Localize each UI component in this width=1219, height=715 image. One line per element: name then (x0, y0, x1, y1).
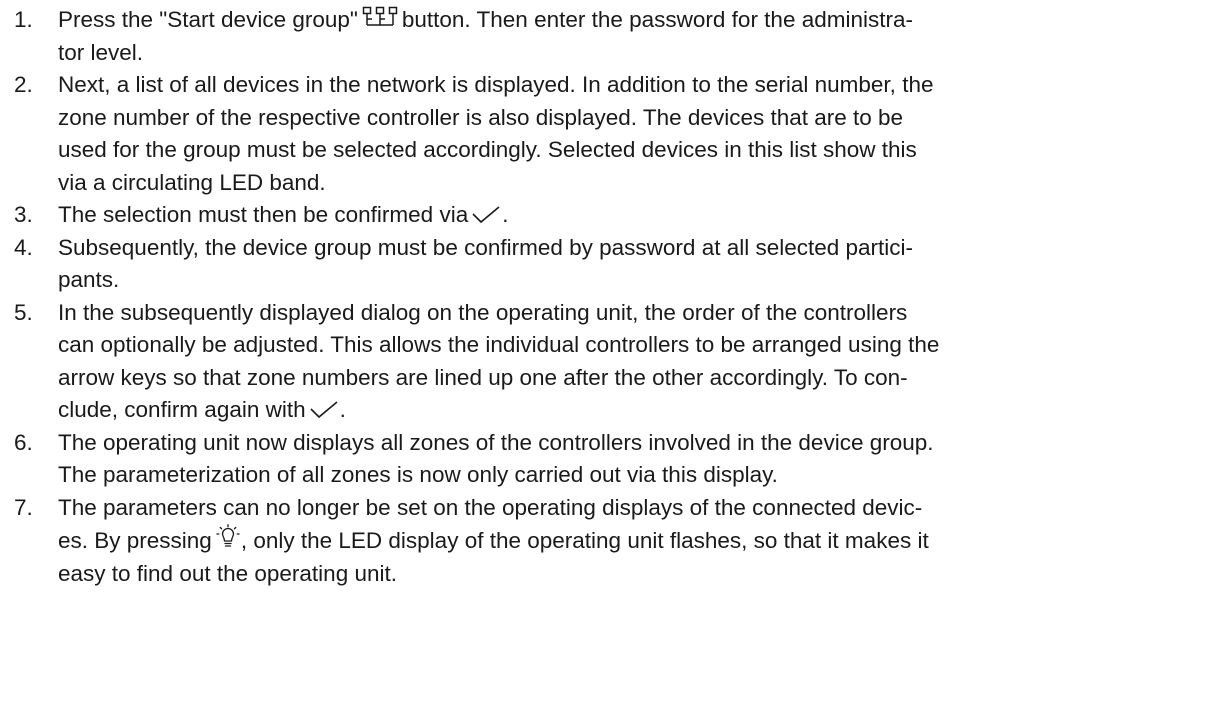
checkmark-icon (471, 206, 501, 224)
step-number: 5. (14, 299, 33, 325)
step-text: es. By pressing (58, 528, 212, 553)
step-line: The parameterization of all zones is now… (58, 462, 778, 487)
step-line: The operating unit now displays all zone… (58, 429, 934, 455)
list-item: 7. The parameters can no longer be set o… (14, 492, 1199, 591)
step-number: 7. (14, 494, 33, 520)
step-line: pants. (58, 267, 120, 292)
document-page: 1. Press the "Start device group" button.… (0, 0, 1219, 715)
step-text: , only the LED display of the operating … (240, 528, 929, 553)
step-line: Subsequently, the device group must be c… (58, 234, 914, 260)
list-item: 5. In the subsequently displayed dialog … (14, 297, 1199, 427)
step-text: The selection must then be confirmed via (58, 202, 469, 227)
step-line: via a circulating LED band. (58, 169, 326, 195)
step-line: The selection must then be confirmed via… (58, 199, 1199, 232)
step-number: 4. (14, 234, 33, 260)
step-line: es. By pressing , only the LED display of… (58, 524, 1199, 558)
step-number: 1. (14, 7, 33, 32)
device-group-icon (362, 6, 398, 28)
step-line: tor level. (58, 39, 144, 65)
step-line: The parameters can no longer be set on t… (58, 494, 923, 520)
step-line: Next, a list of all devices in the netwo… (58, 72, 934, 97)
step-text: Press the "Start device group" (58, 7, 358, 32)
list-item: 3. The selection must then be confirmed … (14, 199, 1199, 232)
checkmark-icon (309, 401, 339, 419)
step-text: button. Then enter the password for the … (401, 7, 913, 32)
step-line: zone number of the respective controller… (58, 104, 904, 130)
list-item: 1. Press the "Start device group" button.… (14, 4, 1199, 69)
step-line: can optionally be adjusted. This allows … (58, 332, 940, 357)
step-line: used for the group must be selected acco… (58, 137, 917, 162)
lightbulb-icon (216, 524, 240, 550)
step-line: easy to find out the operating unit. (58, 560, 397, 586)
instruction-list: 1. Press the "Start device group" button.… (14, 4, 1199, 590)
step-text: . (502, 202, 509, 227)
step-line: Press the "Start device group" button. Th… (58, 4, 1199, 37)
step-number: 2. (14, 72, 33, 97)
step-line: clude, confirm again with. (58, 394, 1199, 427)
list-item: 2. Next, a list of all devices in the ne… (14, 69, 1199, 199)
step-number: 6. (14, 429, 33, 455)
step-line: In the subsequently displayed dialog on … (58, 299, 908, 325)
step-line: arrow keys so that zone numbers are line… (58, 364, 908, 390)
step-number: 3. (14, 202, 33, 227)
step-text: clude, confirm again with (58, 397, 306, 422)
step-text: . (339, 397, 346, 422)
list-item: 4. Subsequently, the device group must b… (14, 232, 1199, 297)
list-item: 6. The operating unit now displays all z… (14, 427, 1199, 492)
